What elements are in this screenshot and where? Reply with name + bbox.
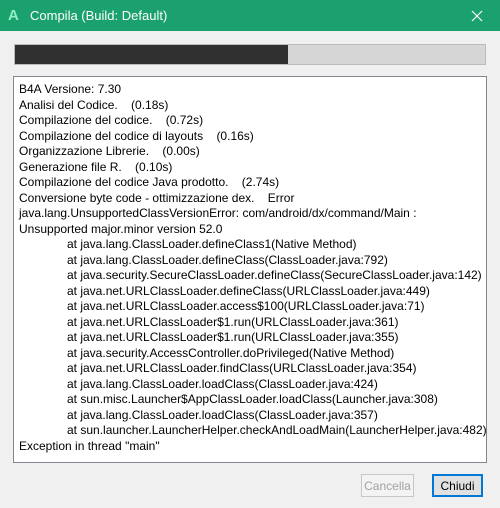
log-line: at java.lang.ClassLoader.defineClass(Cla… xyxy=(67,252,388,267)
log-line: at java.security.SecureClassLoader.defin… xyxy=(67,268,482,282)
progress-bar xyxy=(14,44,486,65)
compile-dialog: A Compila (Build: Default) B4A Versione:… xyxy=(0,0,500,508)
log-line: Organizzazione Librerie. (0.00s) xyxy=(19,144,200,158)
app-icon: A xyxy=(8,7,19,24)
window-title: Compila (Build: Default) xyxy=(30,8,168,23)
close-button[interactable]: Chiudi xyxy=(432,474,483,497)
log-line: at java.lang.ClassLoader.defineClass1(Na… xyxy=(67,237,357,251)
log-line: at java.net.URLClassLoader$1.run(URLClas… xyxy=(67,330,399,344)
log-line: at sun.misc.Launcher$AppClassLoader.load… xyxy=(67,392,438,406)
cancel-button[interactable]: Cancella xyxy=(361,474,414,497)
close-window-button[interactable] xyxy=(454,0,500,31)
log-line: at java.net.URLClassLoader.defineClass(U… xyxy=(67,283,430,298)
log-line: Compilazione del codice. (0.72s) xyxy=(19,113,204,127)
close-icon xyxy=(471,10,483,21)
progress-fill xyxy=(15,45,288,64)
build-log[interactable]: B4A Versione: 7.30 Analisi del Codice. (0… xyxy=(13,76,487,463)
log-line: B4A Versione: 7.30 xyxy=(19,82,122,96)
log-line: at java.net.URLClassLoader.access$100(UR… xyxy=(67,299,425,313)
log-line: Exception in thread "main" xyxy=(19,438,160,453)
log-line: Unsupported major.minor version 52.0 xyxy=(19,221,223,236)
log-line: Compilazione del codice di layouts (0.16… xyxy=(19,128,254,143)
log-line: Analisi del Codice. (0.18s) xyxy=(19,97,169,112)
log-line: at java.security.AccessController.doPriv… xyxy=(67,345,395,360)
log-line: Generazione file R. (0.10s) xyxy=(19,159,173,174)
log-line: at java.net.URLClassLoader$1.run(URLClas… xyxy=(67,314,399,329)
log-line: at java.net.URLClassLoader.findClass(URL… xyxy=(67,361,417,375)
log-line: at java.lang.ClassLoader.loadClass(Class… xyxy=(67,376,378,391)
title-bar: A Compila (Build: Default) xyxy=(0,0,500,31)
log-line: Conversione byte code - ottimizzazione d… xyxy=(19,190,295,205)
log-line: java.lang.UnsupportedClassVersionError: … xyxy=(19,206,417,220)
log-line: Compilazione del codice Java prodotto. (… xyxy=(19,175,280,189)
log-line: at java.lang.ClassLoader.loadClass(Class… xyxy=(67,407,378,422)
log-line: at sun.launcher.LauncherHelper.checkAndL… xyxy=(67,423,487,437)
